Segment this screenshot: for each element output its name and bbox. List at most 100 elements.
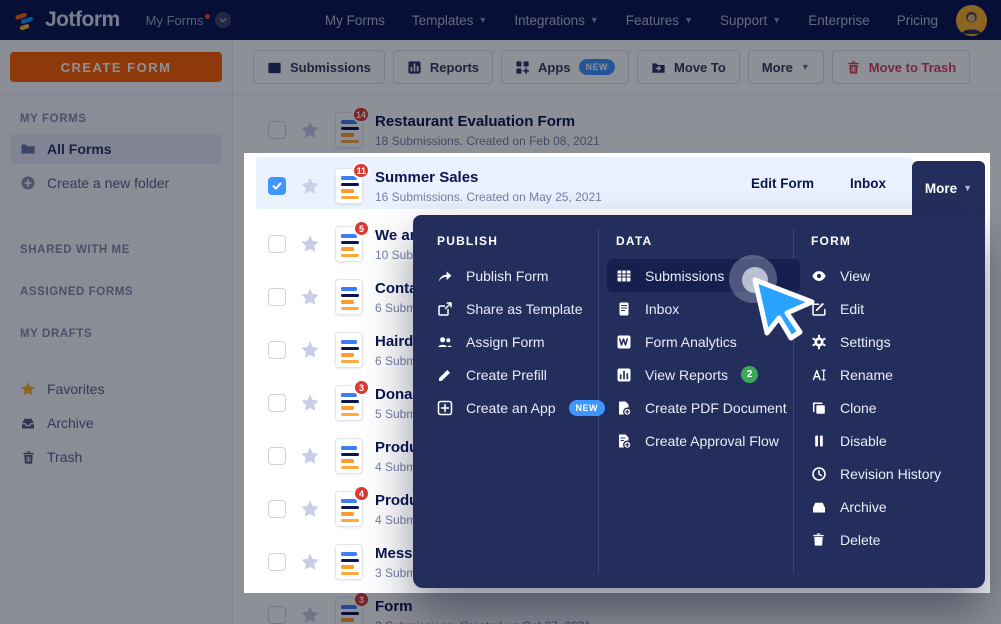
share-box-icon xyxy=(437,301,453,317)
star-icon[interactable] xyxy=(300,446,320,466)
row-checkbox[interactable] xyxy=(268,235,286,253)
menu-item-label: Submissions xyxy=(645,268,724,284)
menu-item-label: Form Analytics xyxy=(645,334,737,350)
form-icon-bar xyxy=(341,241,359,245)
unread-count-badge: 4 xyxy=(353,485,370,502)
edit-square-icon xyxy=(811,301,827,317)
form-icon-bar xyxy=(341,254,359,258)
form-icon-bar xyxy=(341,189,354,193)
unread-count-badge: 3 xyxy=(353,379,370,396)
send-icon xyxy=(437,268,453,284)
menu-item-label: Rename xyxy=(840,367,893,383)
grid-table-icon xyxy=(616,268,632,284)
doc-plus-icon xyxy=(616,400,632,416)
menu-item-archive[interactable]: Archive xyxy=(811,490,966,523)
row-checkbox[interactable] xyxy=(268,500,286,518)
form-icon xyxy=(335,332,363,368)
form-icon-bar xyxy=(341,300,354,304)
menu-item-share-as-template[interactable]: Share as Template xyxy=(437,292,593,325)
chevron-down-icon: ▼ xyxy=(963,183,972,193)
star-icon[interactable] xyxy=(300,393,320,413)
row-checkbox[interactable] xyxy=(268,177,286,195)
menu-item-publish-form[interactable]: Publish Form xyxy=(437,259,593,292)
form-icon-bar xyxy=(341,406,354,410)
menu-item-rename[interactable]: Rename xyxy=(811,358,966,391)
star-icon[interactable] xyxy=(300,340,320,360)
dim-overlay-top xyxy=(0,0,1001,153)
star-icon[interactable] xyxy=(300,176,320,196)
clone-icon xyxy=(811,400,827,416)
menu-item-form-analytics[interactable]: Form Analytics xyxy=(616,325,784,358)
menu-column-data: DATA Submissions Inbox Form Analytics View R… xyxy=(616,215,784,588)
form-subtitle: 16 Submissions. Created on May 25, 2021 xyxy=(375,190,602,204)
form-icon-bar xyxy=(341,559,359,563)
star-icon[interactable] xyxy=(300,499,320,519)
form-icon-bar xyxy=(341,294,359,298)
row-checkbox[interactable] xyxy=(268,341,286,359)
form-icon-bar xyxy=(341,183,359,187)
menu-item-delete[interactable]: Delete xyxy=(811,523,966,556)
row-text: Dona 5 Subm xyxy=(375,386,416,421)
inbox-doc-icon xyxy=(616,301,632,317)
menu-item-clone[interactable]: Clone xyxy=(811,391,966,424)
row-checkbox[interactable] xyxy=(268,394,286,412)
jotform-my-forms-page: Jotform My Forms My FormsTemplates▼Integ… xyxy=(0,0,1001,624)
menu-item-view-reports[interactable]: View Reports2 xyxy=(616,358,784,391)
form-title: Conta xyxy=(375,280,418,297)
menu-item-settings[interactable]: Settings xyxy=(811,325,966,358)
form-title: Produ xyxy=(375,492,418,509)
row-text: Conta6 Subm xyxy=(375,280,418,315)
star-icon[interactable] xyxy=(300,552,320,572)
menu-column-header: DATA xyxy=(616,234,784,248)
form-icon-bar xyxy=(341,506,359,510)
menu-item-view[interactable]: View xyxy=(811,259,966,292)
edit-form-button[interactable]: Edit Form xyxy=(751,176,814,191)
row-checkbox[interactable] xyxy=(268,553,286,571)
menu-item-label: Assign Form xyxy=(466,334,545,350)
form-title: Dona xyxy=(375,386,416,403)
form-more-menu: PUBLISHPublish FormShare as TemplateAssi… xyxy=(413,215,985,588)
menu-item-create-an-app[interactable]: Create an AppNEW xyxy=(437,391,593,424)
users-icon xyxy=(437,334,453,350)
row-text: Summer Sales16 Submissions. Created on M… xyxy=(375,169,602,204)
inbox-button[interactable]: Inbox xyxy=(850,176,886,191)
form-icon-bar xyxy=(341,446,357,450)
form-icon-bar xyxy=(341,196,359,200)
form-icon-bar xyxy=(341,247,354,251)
menu-item-create-pdf-document[interactable]: Create PDF Document xyxy=(616,391,784,424)
menu-item-edit[interactable]: Edit xyxy=(811,292,966,325)
pencil-icon xyxy=(437,367,453,383)
menu-item-create-prefill[interactable]: Create Prefill xyxy=(437,358,593,391)
menu-item-submissions[interactable]: Submissions xyxy=(607,259,800,292)
row-checkbox[interactable] xyxy=(268,288,286,306)
star-icon[interactable] xyxy=(300,287,320,307)
menu-items: Submissions Inbox Form Analytics View Repor… xyxy=(616,259,784,457)
form-icon-bar xyxy=(341,347,359,351)
dim-overlay-left xyxy=(0,153,244,593)
menu-item-label: Delete xyxy=(840,532,880,548)
new-badge: NEW xyxy=(569,400,606,416)
form-subtitle: 5 Subm xyxy=(375,407,416,421)
star-icon[interactable] xyxy=(300,234,320,254)
menu-item-label: Revision History xyxy=(840,466,941,482)
form-icon-bar xyxy=(341,340,357,344)
menu-item-revision-history[interactable]: Revision History xyxy=(811,457,966,490)
menu-column-header: FORM xyxy=(811,234,966,248)
form-icon: 4 xyxy=(335,491,363,527)
menu-item-inbox[interactable]: Inbox xyxy=(616,292,784,325)
form-icon-bar xyxy=(341,565,354,569)
menu-item-disable[interactable]: Disable xyxy=(811,424,966,457)
menu-item-label: View xyxy=(840,268,870,284)
report-icon xyxy=(616,367,632,383)
row-text: Haird6 Subm xyxy=(375,333,416,368)
row-more-button[interactable]: More ▼ xyxy=(912,161,985,215)
menu-item-label: Create an App xyxy=(466,400,556,416)
menu-item-create-approval-flow[interactable]: Create Approval Flow xyxy=(616,424,784,457)
form-title: Haird xyxy=(375,333,416,350)
form-subtitle: 3 Subm xyxy=(375,566,416,580)
unread-count-badge: 11 xyxy=(352,162,370,179)
archive-icon xyxy=(811,499,827,515)
row-checkbox[interactable] xyxy=(268,447,286,465)
row-text: Mess3 Subm xyxy=(375,545,416,580)
menu-item-assign-form[interactable]: Assign Form xyxy=(437,325,593,358)
